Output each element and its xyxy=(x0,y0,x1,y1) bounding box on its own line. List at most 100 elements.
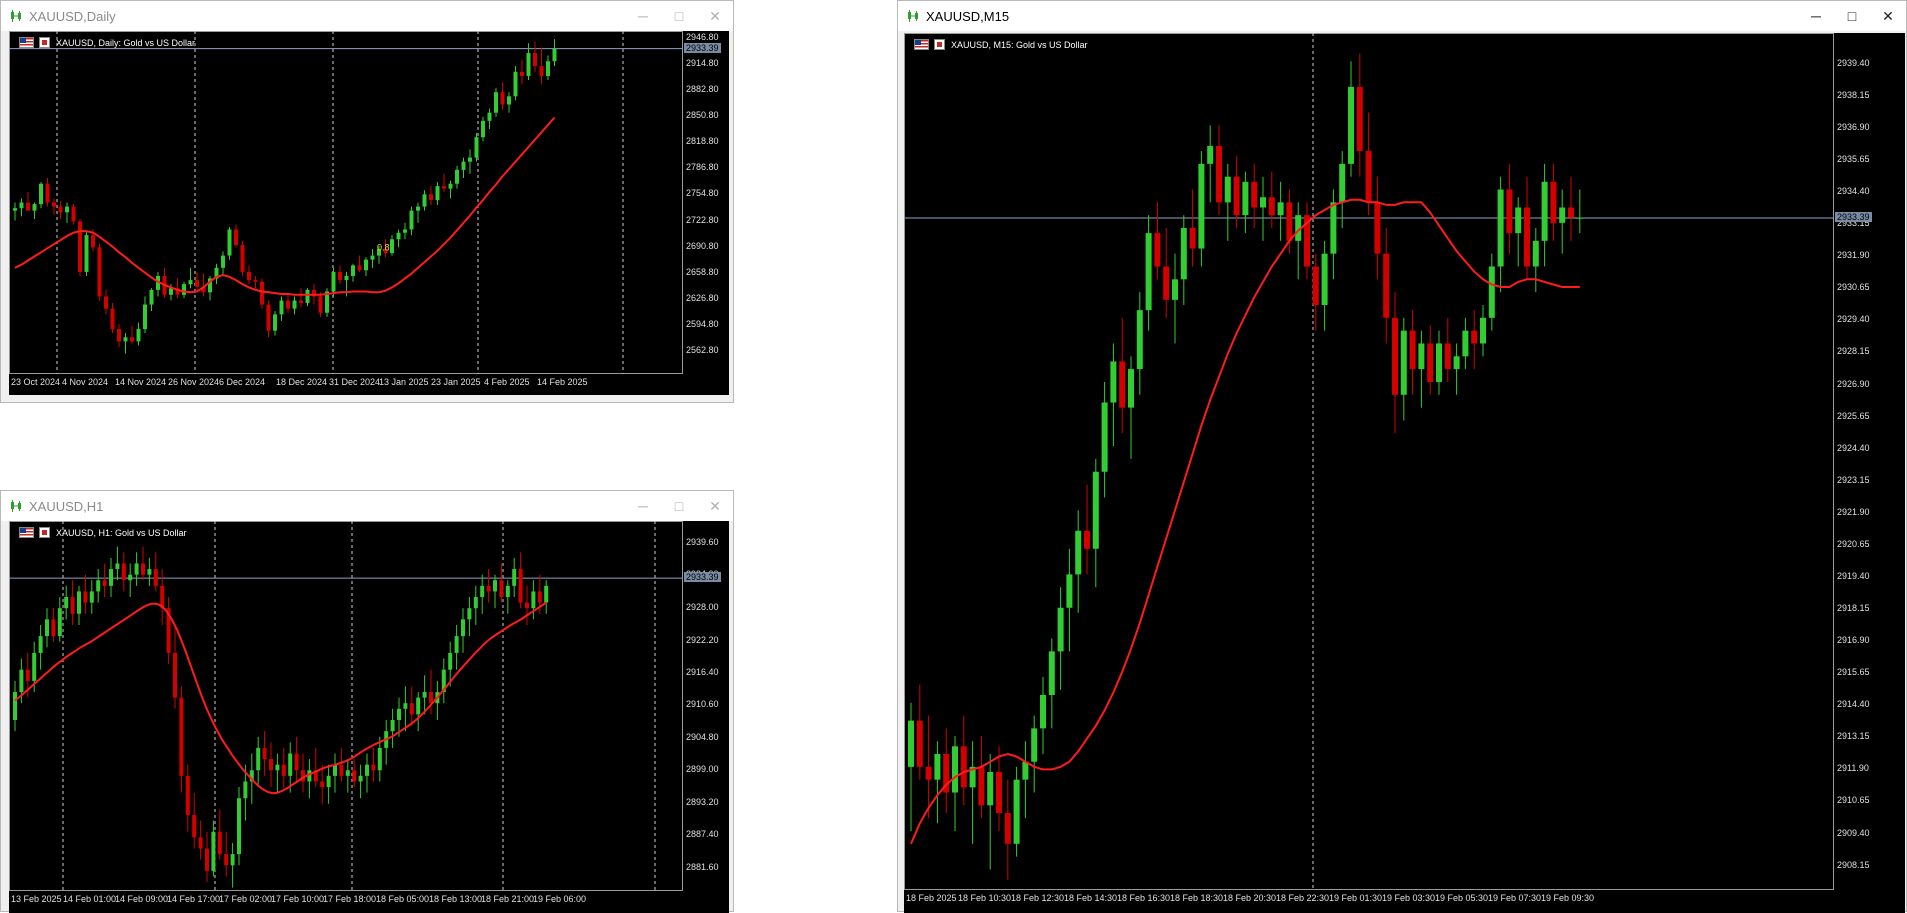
candle xyxy=(454,624,459,670)
chart-area-h1[interactable]: XAUUSD, H1: Gold vs US Dollar 2939.60293… xyxy=(9,521,729,913)
candle xyxy=(474,133,479,162)
window-h1[interactable]: XAUUSD,H1 ─ □ ✕ XAUUSD, H1: Gold vs US D… xyxy=(0,490,734,913)
candle-body xyxy=(89,591,94,603)
candle xyxy=(1356,53,1363,177)
close-button[interactable]: ✕ xyxy=(1870,1,1906,31)
maximize-button[interactable]: □ xyxy=(661,491,697,521)
candle-body xyxy=(279,300,284,315)
candle-body xyxy=(1242,181,1249,216)
candle-body xyxy=(45,619,49,637)
candle xyxy=(1295,202,1302,280)
chart-area-daily[interactable]: XAUUSD, Daily: Gold vs US Dollar 0.8 2946… xyxy=(9,31,729,395)
y-axis-label: 2914.80 xyxy=(686,57,719,68)
candle-body xyxy=(1101,402,1108,472)
candle-body xyxy=(409,210,414,230)
x-axis-label: 23 Oct 2024 xyxy=(11,377,61,387)
close-button[interactable]: ✕ xyxy=(697,1,733,31)
candle xyxy=(1365,112,1372,216)
candle xyxy=(908,702,914,831)
candle-body xyxy=(1348,86,1354,164)
candle-body xyxy=(352,770,357,782)
x-axis-label: 13 Feb 2025 xyxy=(11,894,62,904)
candle-body xyxy=(494,92,498,113)
candle xyxy=(247,265,251,285)
candle-body xyxy=(147,569,152,575)
x-axis-label: 18 Feb 21:00 xyxy=(481,894,535,904)
candle xyxy=(952,736,958,831)
window-m15[interactable]: XAUUSD,M15 ─ □ ✕ XAUUSD, M15: Gold vs US… xyxy=(897,0,1907,913)
maximize-button[interactable]: □ xyxy=(1834,1,1870,31)
candle xyxy=(1312,253,1319,331)
candle-body xyxy=(262,747,267,760)
candle xyxy=(1383,228,1390,344)
candle-body xyxy=(507,96,511,105)
candle-body xyxy=(1383,253,1390,318)
candle xyxy=(507,92,511,113)
minimize-button[interactable]: ─ xyxy=(625,1,661,31)
y-axis-label: 2882.80 xyxy=(686,83,719,94)
close-button[interactable]: ✕ xyxy=(697,491,733,521)
y-axis-label: 2934.40 xyxy=(1837,186,1870,197)
candle xyxy=(1480,304,1486,357)
y-axis-label: 2930.65 xyxy=(1837,282,1870,293)
y-axis-label: 2921.90 xyxy=(1837,506,1870,517)
candle xyxy=(188,267,193,289)
moving-average-line xyxy=(14,601,547,795)
chart-area-m15[interactable]: XAUUSD, M15: Gold vs US Dollar 2939.40 29… xyxy=(904,33,1905,913)
candle xyxy=(1427,325,1434,395)
y-axis-label: 2913.15 xyxy=(1837,731,1870,742)
title-bar-m15[interactable]: XAUUSD,M15 ─ □ ✕ xyxy=(898,1,1906,31)
candle xyxy=(1207,125,1214,203)
candle xyxy=(195,271,199,290)
candle-body xyxy=(1471,330,1478,344)
candle xyxy=(390,235,394,256)
candle xyxy=(1048,638,1055,729)
candle xyxy=(77,585,81,625)
x-axis-label: 23 Jan 2025 xyxy=(431,377,481,387)
candle xyxy=(227,227,232,260)
maximize-button[interactable]: □ xyxy=(661,1,697,31)
minimize-button[interactable]: ─ xyxy=(625,491,661,521)
candle-body xyxy=(1506,189,1513,234)
candle-body xyxy=(1409,330,1416,370)
y-axis-label: 2919.40 xyxy=(1837,570,1870,581)
candle-body xyxy=(65,206,69,213)
candle-body xyxy=(185,775,190,815)
y-axis-label: 2935.65 xyxy=(1837,154,1870,164)
x-axis-label: 26 Nov 2024 xyxy=(168,377,220,387)
candle-body xyxy=(1004,813,1011,844)
candle xyxy=(279,296,284,321)
candle-body xyxy=(71,206,76,222)
y-axis-label: 2910.60 xyxy=(686,699,719,710)
candle-body xyxy=(1436,343,1442,382)
candle-body xyxy=(221,255,225,268)
candle xyxy=(147,557,152,586)
candle xyxy=(136,322,141,346)
candle-body xyxy=(480,585,485,598)
candle xyxy=(384,719,389,765)
candle-body xyxy=(149,289,154,305)
window-daily[interactable]: XAUUSD,Daily ─ □ ✕ XAUUSD, Daily: Gold v… xyxy=(0,0,734,403)
y-axis-label: 2939.60 xyxy=(686,537,719,548)
candle-body xyxy=(409,703,414,715)
candle xyxy=(19,198,24,217)
candle-body xyxy=(1092,471,1099,549)
candle-body xyxy=(339,764,344,776)
candle xyxy=(1084,484,1090,575)
title-bar-h1[interactable]: XAUUSD,H1 ─ □ ✕ xyxy=(1,491,733,521)
candle xyxy=(224,831,229,877)
minimize-button[interactable]: ─ xyxy=(1798,1,1834,31)
candle-body xyxy=(1145,233,1152,311)
candle xyxy=(493,574,497,609)
candle-body xyxy=(537,591,542,603)
candle-body xyxy=(1488,266,1495,318)
candle xyxy=(1321,240,1328,331)
candle xyxy=(39,182,43,209)
title-bar-daily[interactable]: XAUUSD,Daily ─ □ ✕ xyxy=(1,1,733,31)
candle-body xyxy=(1084,530,1090,549)
candle-body xyxy=(1330,202,1337,254)
candle-body xyxy=(396,232,401,240)
candle xyxy=(358,764,363,799)
candle-body xyxy=(19,202,24,209)
candle xyxy=(130,325,134,344)
